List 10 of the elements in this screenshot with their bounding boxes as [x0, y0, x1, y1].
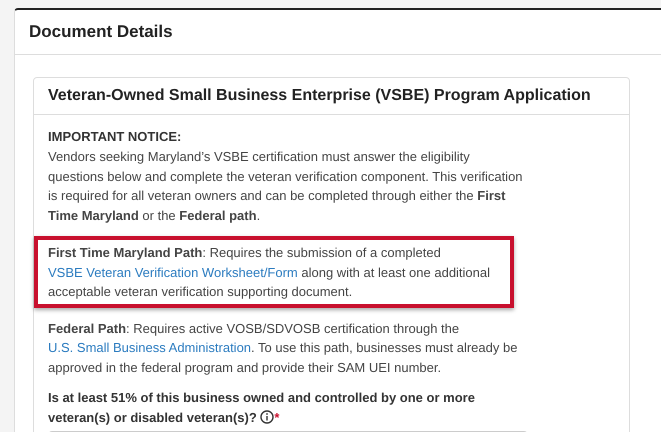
info-icon[interactable]	[260, 410, 274, 424]
text-link[interactable]: VSBE Veteran Verification Worksheet/Form	[48, 264, 298, 280]
text-link[interactable]: U.S. Small Business Administration	[48, 340, 252, 355]
paragraph: Federal Path: Requires active VOSB/SDVOSB certification through the U.S. Small Business Administration. To use this path, businesses must already be approved in the federal program and provide their SAM UEI number.	[48, 320, 518, 377]
panel-title: Document Details	[29, 22, 173, 42]
notice-heading: IMPORTANT NOTICE:	[48, 128, 182, 146]
card-title: Veteran-Owned Small Business Enterprise (VSBE) Program Application	[48, 87, 591, 105]
paragraph: Vendors seeking Maryland’s VSBE certification must answer the eligibility questions below and complete the veteran verification component. This verification is required for all veteran owners and can be completed through either the First Time Maryland or the Federal path.	[48, 148, 524, 225]
paragraph: First Time Maryland Path: Requires the submission of a completed VSBE Veteran Verification Worksheet/Form along with at least one additional acceptable veteran verification supporting document.	[48, 244, 492, 301]
question-label: Is at least 51% of this business owned and controlled by one or more veteran(s) or disabled veteran(s)? *	[48, 389, 476, 427]
